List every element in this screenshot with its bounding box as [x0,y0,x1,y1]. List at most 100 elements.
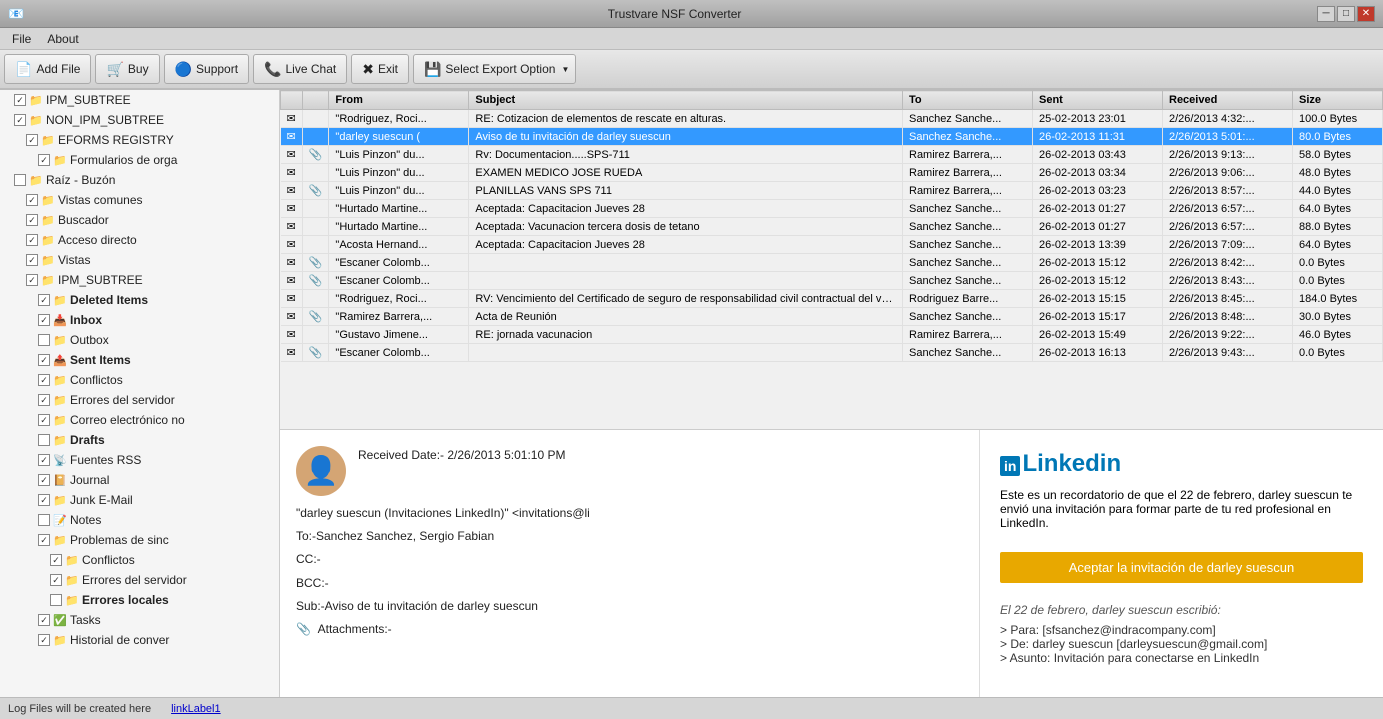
tree-checkbox[interactable] [38,634,50,646]
col-from[interactable]: From [329,91,469,110]
support-button[interactable]: 🔵 Support [164,54,249,84]
tree-checkbox[interactable] [14,94,26,106]
table-row[interactable]: ✉"Hurtado Martine...Aceptada: Vacunacion… [281,218,1383,236]
tree-checkbox[interactable] [26,254,38,266]
menu-file[interactable]: File [4,30,39,48]
table-row[interactable]: ✉"Rodriguez, Roci...RV: Vencimiento del … [281,290,1383,308]
table-row[interactable]: ✉📎"Escaner Colomb...Sanchez Sanche...26-… [281,344,1383,362]
tree-item[interactable]: 📁Problemas de sinc [0,530,279,550]
tree-item[interactable]: 📔Journal [0,470,279,490]
tree-checkbox[interactable] [26,274,38,286]
tree-item[interactable]: 📝Notes [0,510,279,530]
tree-checkbox[interactable] [26,134,38,146]
tree-item[interactable]: 📁Formularios de orga [0,150,279,170]
tree-item[interactable]: 📁EFORMS REGISTRY [0,130,279,150]
tree-item[interactable]: 📤Sent Items [0,350,279,370]
attach-icon: 📎 [302,308,329,326]
tree-item[interactable]: 📁Drafts [0,430,279,450]
tree-checkbox[interactable] [50,594,62,606]
tree-checkbox[interactable] [38,494,50,506]
log-link[interactable]: linkLabel1 [171,703,221,715]
tree-checkbox[interactable] [38,474,50,486]
tree-item-label: Errores del servidor [82,573,187,587]
tree-checkbox[interactable] [38,434,50,446]
table-row[interactable]: ✉📎"Escaner Colomb...Sanchez Sanche...26-… [281,272,1383,290]
tree-item[interactable]: 📁Vistas [0,250,279,270]
live-chat-button[interactable]: 📞 Live Chat [253,54,347,84]
tree-item[interactable]: ✅Tasks [0,610,279,630]
tree-item[interactable]: 📁Historial de conver [0,630,279,650]
menu-bar: File About [0,28,1383,50]
tree-item[interactable]: 📥Inbox [0,310,279,330]
tree-item[interactable]: 📁Acceso directo [0,230,279,250]
tree-item[interactable]: 📁NON_IPM_SUBTREE [0,110,279,130]
tree-checkbox[interactable] [14,114,26,126]
tree-checkbox[interactable] [50,574,62,586]
tree-checkbox[interactable] [38,394,50,406]
email-received: 2/26/2013 6:57:... [1163,200,1293,218]
tree-checkbox[interactable] [38,354,50,366]
table-row[interactable]: ✉"Rodriguez, Roci...RE: Cotizacion de el… [281,110,1383,128]
add-file-button[interactable]: 📄 Add File [4,54,91,84]
exit-button[interactable]: ✖ Exit [351,54,409,84]
tree-item[interactable]: 📁Outbox [0,330,279,350]
tree-item[interactable]: 📁IPM_SUBTREE [0,270,279,290]
tree-checkbox[interactable] [38,454,50,466]
col-size[interactable]: Size [1293,91,1383,110]
buy-button[interactable]: 🛒 Buy [95,54,159,84]
email-from: "Hurtado Martine... [329,218,469,236]
col-subject[interactable]: Subject [469,91,903,110]
tree-item[interactable]: 📁Buscador [0,210,279,230]
menu-about[interactable]: About [39,30,86,48]
tree-checkbox[interactable] [38,334,50,346]
close-button[interactable]: ✕ [1357,6,1375,22]
tree-item[interactable]: 📁Errores locales [0,590,279,610]
table-row[interactable]: ✉"Gustavo Jimene...RE: jornada vacunacio… [281,326,1383,344]
minimize-button[interactable]: ─ [1317,6,1335,22]
tree-checkbox[interactable] [38,374,50,386]
tree-checkbox[interactable] [38,514,50,526]
table-row[interactable]: ✉📎"Luis Pinzon" du...Rv: Documentacion..… [281,146,1383,164]
tree-checkbox[interactable] [38,534,50,546]
tree-checkbox[interactable] [38,154,50,166]
table-row[interactable]: ✉📎"Luis Pinzon" du...PLANILLAS VANS SPS … [281,182,1383,200]
tree-item-label: IPM_SUBTREE [46,93,131,107]
accept-invitation-button[interactable]: Aceptar la invitación de darley suescun [1000,552,1363,583]
tree-item-label: Outbox [70,333,109,347]
tree-checkbox[interactable] [26,214,38,226]
table-row[interactable]: ✉📎"Ramirez Barrera,...Acta de ReuniónSan… [281,308,1383,326]
col-to[interactable]: To [903,91,1033,110]
tree-checkbox[interactable] [26,194,38,206]
tree-item[interactable]: 📁Conflictos [0,550,279,570]
tree-item[interactable]: 📁IPM_SUBTREE [0,90,279,110]
tree-checkbox[interactable] [26,234,38,246]
tree-checkbox[interactable] [38,314,50,326]
tree-item[interactable]: 📁Conflictos [0,370,279,390]
tree-item[interactable]: 📁Deleted Items [0,290,279,310]
col-sent[interactable]: Sent [1033,91,1163,110]
tree-item[interactable]: 📁Junk E-Mail [0,490,279,510]
table-row[interactable]: ✉"Luis Pinzon" du...EXAMEN MEDICO JOSE R… [281,164,1383,182]
tree-item[interactable]: 📁Vistas comunes [0,190,279,210]
email-from: "Rodriguez, Roci... [329,290,469,308]
tree-checkbox[interactable] [50,554,62,566]
export-button[interactable]: 💾 Select Export Option ▼ [413,54,576,84]
email-list[interactable]: From Subject To Sent Received Size ✉"Rod… [280,90,1383,430]
tree-checkbox[interactable] [38,614,50,626]
folder-tree[interactable]: 📁IPM_SUBTREE📁NON_IPM_SUBTREE📁EFORMS REGI… [0,90,280,697]
maximize-button[interactable]: □ [1337,6,1355,22]
col-received[interactable]: Received [1163,91,1293,110]
tree-checkbox[interactable] [38,294,50,306]
email-subject: Rv: Documentacion.....SPS-711 [469,146,903,164]
table-row[interactable]: ✉📎"Escaner Colomb...Sanchez Sanche...26-… [281,254,1383,272]
table-row[interactable]: ✉"Hurtado Martine...Aceptada: Capacitaci… [281,200,1383,218]
tree-item[interactable]: 📡Fuentes RSS [0,450,279,470]
tree-item[interactable]: 📁Raíz - Buzón [0,170,279,190]
tree-checkbox[interactable] [14,174,26,186]
tree-item[interactable]: 📁Errores del servidor [0,570,279,590]
tree-checkbox[interactable] [38,414,50,426]
table-row[interactable]: ✉"Acosta Hernand...Aceptada: Capacitacio… [281,236,1383,254]
tree-item[interactable]: 📁Correo electrónico no [0,410,279,430]
tree-item[interactable]: 📁Errores del servidor [0,390,279,410]
table-row[interactable]: ✉"darley suescun (Aviso de tu invitación… [281,128,1383,146]
